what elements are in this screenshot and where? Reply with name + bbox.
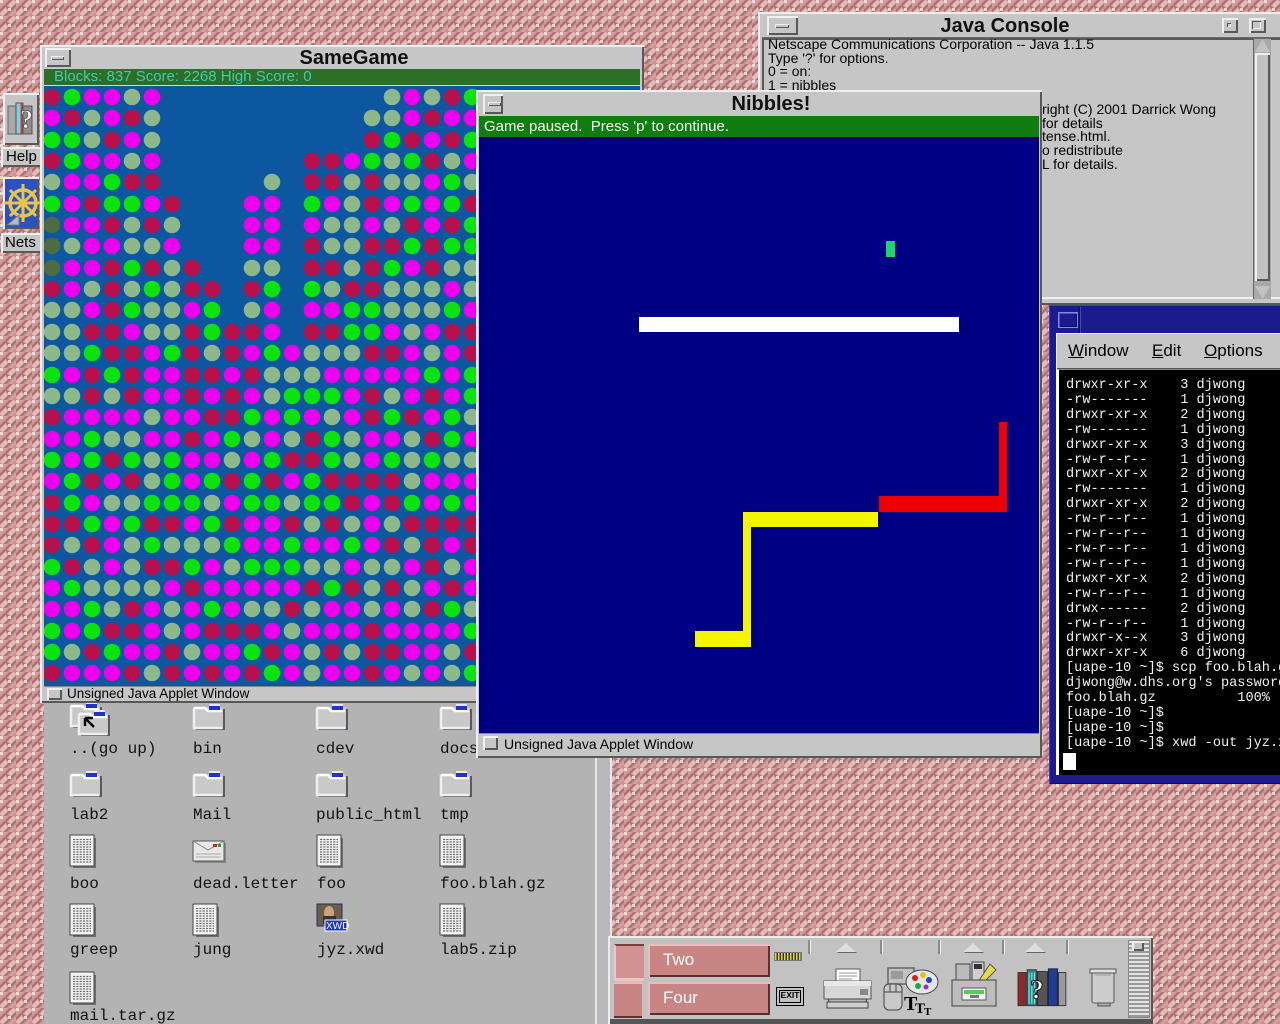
svg-text:mail.tar.gz: mail.tar.gz <box>70 1007 176 1024</box>
svg-text:public_html: public_html <box>316 806 422 824</box>
svg-text:lab2: lab2 <box>70 806 108 824</box>
svg-text:XWD: XWD <box>326 921 349 932</box>
svg-text:?: ? <box>20 105 33 134</box>
svg-text:lab5.zip: lab5.zip <box>440 941 517 959</box>
svg-text:?: ? <box>1030 973 1044 1004</box>
svg-text:foo: foo <box>317 875 346 893</box>
svg-text:T: T <box>924 1006 932 1018</box>
svg-text:jyz.xwd: jyz.xwd <box>317 941 384 959</box>
svg-text:dead.letter: dead.letter <box>193 875 299 893</box>
svg-text:greep: greep <box>70 941 118 959</box>
svg-text:tmp: tmp <box>440 806 469 824</box>
svg-text:Mail: Mail <box>193 806 231 824</box>
svg-text:cdev: cdev <box>316 740 355 758</box>
svg-text:foo.blah.gz: foo.blah.gz <box>440 875 546 893</box>
svg-text:bin: bin <box>193 740 222 758</box>
svg-text:docs: docs <box>440 740 478 758</box>
svg-text:boo: boo <box>70 875 99 893</box>
svg-text:jung: jung <box>193 941 231 959</box>
svg-text:..(go up): ..(go up) <box>70 740 156 758</box>
